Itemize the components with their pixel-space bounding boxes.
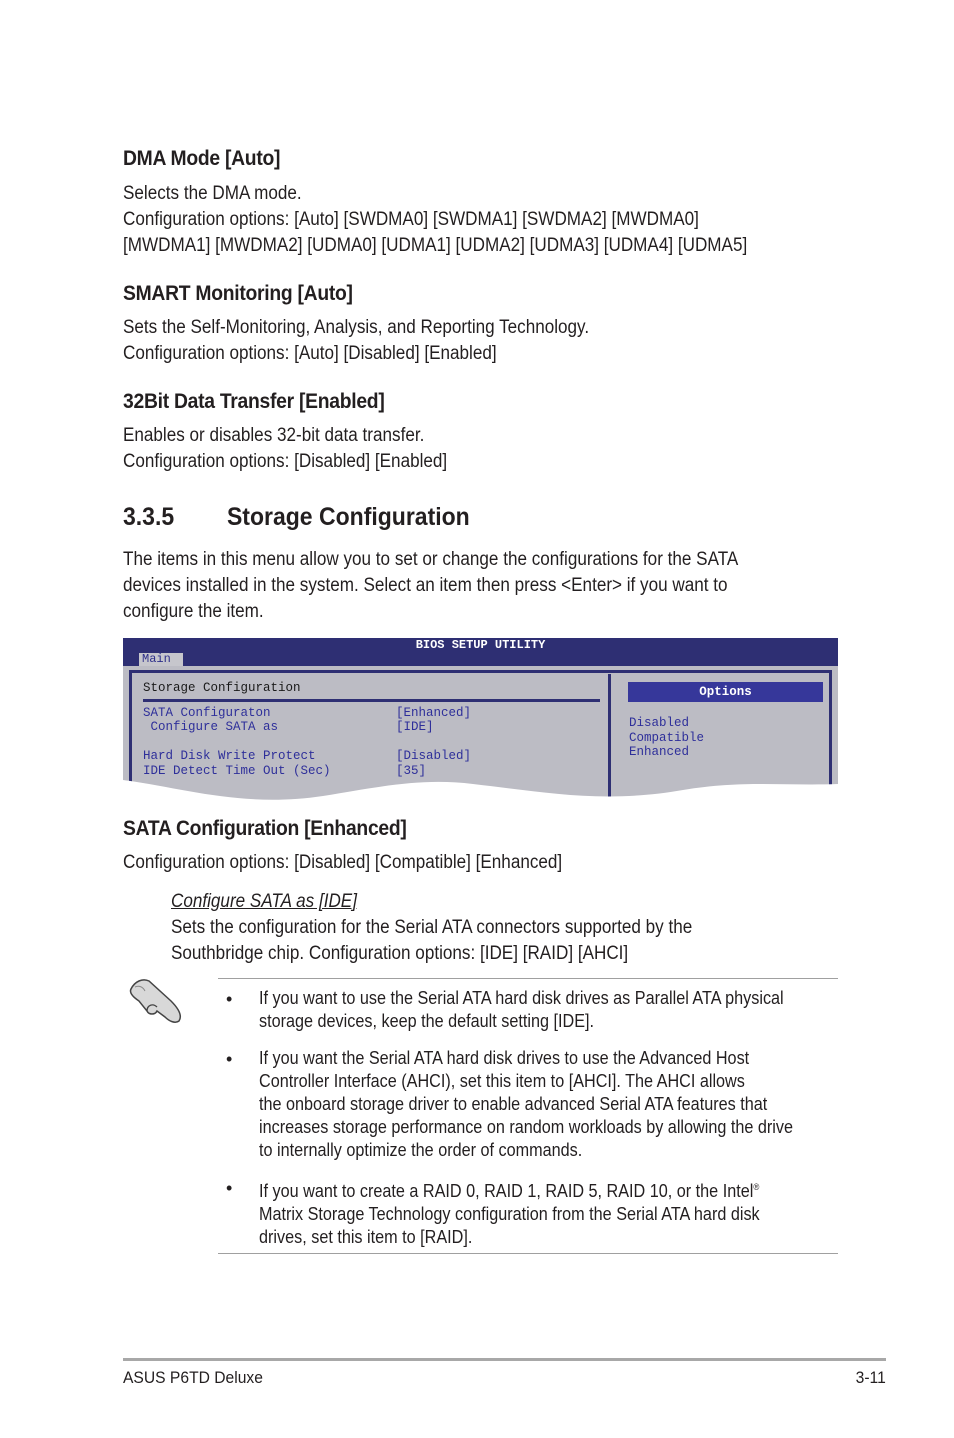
bios-option[interactable]: Compatible xyxy=(629,731,704,745)
note-bullet: • xyxy=(226,989,233,1009)
bios-row-value[interactable]: [Enhanced] xyxy=(396,706,471,720)
bios-row-label[interactable]: Configure SATA as xyxy=(143,720,279,734)
bios-option[interactable]: Disabled xyxy=(629,716,689,730)
bios-panel-rule xyxy=(143,699,600,702)
note-top-rule xyxy=(218,978,838,979)
note-item: If you want to use the Serial ATA hard d… xyxy=(259,987,842,1033)
bios-row-label[interactable]: IDE Detect Time Out (Sec) xyxy=(143,764,331,778)
note-line: Matrix Storage Technology configuration … xyxy=(259,1204,760,1224)
bios-screenshot: BIOS SETUP UTILITY Main Storage Configur… xyxy=(123,638,838,803)
pointing-hand-icon xyxy=(129,979,182,1023)
dma-mode-line: Configuration options: [Auto] [SWDMA0] [… xyxy=(123,209,699,230)
configure-sata-line: Sets the configuration for the Serial AT… xyxy=(171,917,693,938)
dma-mode-line: Selects the DMA mode. xyxy=(123,183,302,204)
32bit-line: Configuration options: [Disabled] [Enabl… xyxy=(123,451,448,472)
footer-page-number: 3-11 xyxy=(855,1368,886,1387)
note-line: to internally optimize the order of comm… xyxy=(259,1140,583,1160)
note-line: If you want the Serial ATA hard disk dri… xyxy=(259,1048,750,1068)
note-line: Controller Interface (AHCI), set this it… xyxy=(259,1071,745,1091)
configure-sata-line: Southbridge chip. Configuration options:… xyxy=(171,943,629,964)
bios-row-label[interactable]: Hard Disk Write Protect xyxy=(143,749,316,763)
note-bullet: • xyxy=(226,1049,233,1069)
configure-sata-block: Configure SATA as [IDE] Sets the configu… xyxy=(171,889,750,967)
bios-row-label[interactable]: SATA Configuraton xyxy=(143,706,271,720)
bios-row-value[interactable]: [35] xyxy=(396,764,426,778)
sata-config-heading: SATA Configuration [Enhanced] xyxy=(123,817,407,840)
note-item: If you want to create a RAID 0, RAID 1, … xyxy=(259,1176,815,1249)
section-title: 3.3.5 Storage Configuration xyxy=(123,503,470,532)
torn-edge xyxy=(123,780,838,803)
note-line: storage devices, keep the default settin… xyxy=(259,1011,594,1031)
footer-product: ASUS P6TD Deluxe xyxy=(123,1368,263,1387)
bios-options-header: Options xyxy=(628,682,823,702)
smart-line: Sets the Self-Monitoring, Analysis, and … xyxy=(123,317,590,338)
bios-tab-main[interactable]: Main xyxy=(139,653,183,666)
note-line: increases storage performance on random … xyxy=(259,1117,793,1137)
smart-monitoring-heading: SMART Monitoring [Auto] xyxy=(123,282,353,305)
dma-mode-description: Selects the DMA mode. Configuration opti… xyxy=(123,181,817,259)
storage-config-intro: The items in this menu allow you to set … xyxy=(123,547,807,625)
32bit-transfer-description: Enables or disables 32-bit data transfer… xyxy=(123,423,483,475)
smart-monitoring-description: Sets the Self-Monitoring, Analysis, and … xyxy=(123,315,641,367)
smart-line: Configuration options: [Auto] [Disabled]… xyxy=(123,343,497,364)
32bit-transfer-heading: 32Bit Data Transfer [Enabled] xyxy=(123,390,385,413)
bios-row-value[interactable]: [IDE] xyxy=(396,720,434,734)
note-line: If you want to create a RAID 0, RAID 1, … xyxy=(259,1181,754,1201)
intro-line: devices installed in the system. Select … xyxy=(123,575,728,596)
intro-line: configure the item. xyxy=(123,601,264,622)
note-line: drives, set this item to [RAID]. xyxy=(259,1227,473,1247)
dma-mode-line: [MWDMA1] [MWDMA2] [UDMA0] [UDMA1] [UDMA2… xyxy=(123,235,748,256)
note-line: If you want to use the Serial ATA hard d… xyxy=(259,988,784,1008)
configure-sata-heading: Configure SATA as [IDE] xyxy=(171,891,357,912)
registered-mark: ® xyxy=(753,1182,760,1192)
32bit-line: Enables or disables 32-bit data transfer… xyxy=(123,425,425,446)
intro-line: The items in this menu allow you to set … xyxy=(123,549,739,570)
section-title-text: Storage Configuration xyxy=(226,503,470,531)
note-bullet: • xyxy=(226,1178,233,1198)
note-line: the onboard storage driver to enable adv… xyxy=(259,1094,768,1114)
bios-option[interactable]: Enhanced xyxy=(629,745,689,759)
bios-title: BIOS SETUP UTILITY xyxy=(415,638,546,652)
bios-row-value[interactable]: [Disabled] xyxy=(396,749,471,763)
dma-mode-heading: DMA Mode [Auto] xyxy=(123,147,281,170)
sata-config-options: Configuration options: [Disabled] [Compa… xyxy=(123,852,563,873)
note-bottom-rule xyxy=(218,1253,838,1254)
footer-rule xyxy=(123,1358,886,1361)
bios-panel-title: Storage Configuration xyxy=(143,681,301,695)
note-item: If you want the Serial ATA hard disk dri… xyxy=(259,1047,852,1162)
section-number: 3.3.5 xyxy=(123,503,175,531)
